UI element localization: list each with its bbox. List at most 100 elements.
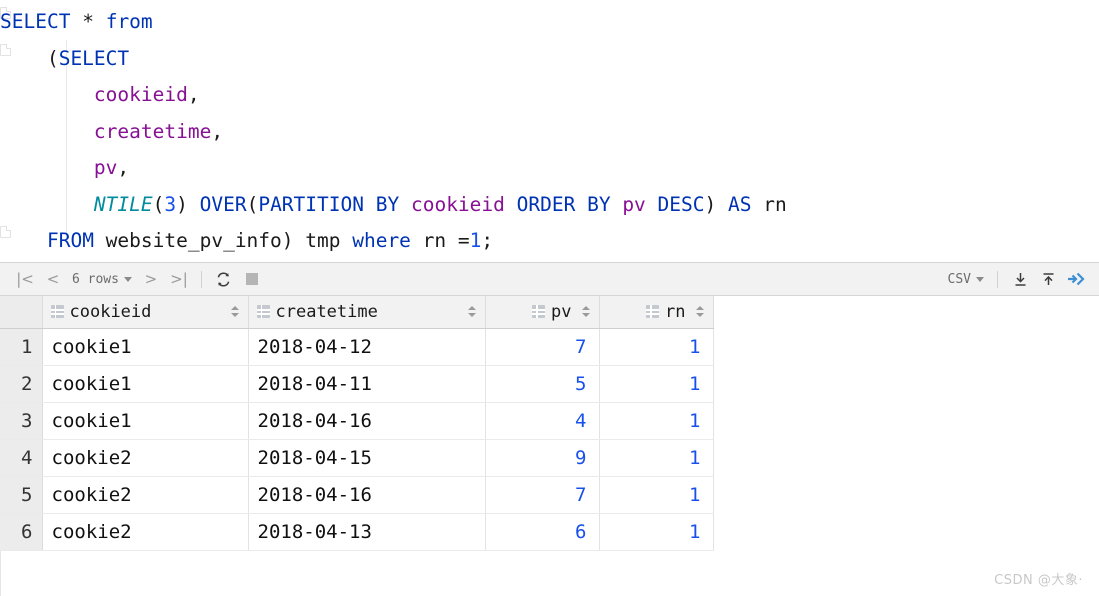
code-token	[646, 193, 658, 216]
last-page-icon[interactable]: >|	[166, 267, 192, 291]
upload-icon[interactable]	[1035, 267, 1061, 291]
chevron-down-icon	[976, 277, 984, 282]
cell-cookieid[interactable]: cookie2	[42, 476, 248, 513]
cell-createtime[interactable]: 2018-04-13	[248, 513, 485, 550]
cell-cookieid[interactable]: cookie2	[42, 439, 248, 476]
row-count-label: 6 rows	[72, 272, 119, 287]
code-line: cookieid,	[0, 77, 1099, 114]
cell-pv[interactable]: 9	[485, 439, 599, 476]
chevron-down-icon	[124, 277, 132, 282]
code-token: cookieid	[411, 193, 505, 216]
code-token: FROM	[47, 229, 94, 252]
code-token	[94, 10, 106, 33]
column-icon	[51, 305, 64, 318]
cell-createtime[interactable]: 2018-04-11	[248, 365, 485, 402]
code-token	[70, 10, 82, 33]
sql-editor[interactable]: SELECT * from (SELECT cookieid, createti…	[0, 0, 1099, 262]
results-toolbar-left: |< < 6 rows > >|	[0, 267, 265, 291]
cell-cookieid[interactable]: cookie1	[42, 402, 248, 439]
table-row[interactable]: 4cookie22018-04-1591	[0, 439, 713, 476]
next-page-icon[interactable]: >	[138, 267, 164, 291]
cell-rn[interactable]: 1	[599, 365, 713, 402]
code-token	[0, 156, 94, 179]
cell-rn[interactable]: 1	[599, 476, 713, 513]
cell-pv[interactable]: 6	[485, 513, 599, 550]
expand-arrows-icon[interactable]	[1063, 267, 1089, 291]
code-token: pv	[622, 193, 645, 216]
cell-rn[interactable]: 1	[599, 402, 713, 439]
cell-createtime[interactable]: 2018-04-12	[248, 328, 485, 365]
column-icon	[646, 305, 659, 318]
cell-pv[interactable]: 4	[485, 402, 599, 439]
cell-cookieid[interactable]: cookie1	[42, 365, 248, 402]
cell-pv[interactable]: 7	[485, 476, 599, 513]
export-format-dropdown[interactable]: CSV	[944, 272, 988, 287]
column-header-pv[interactable]: pv	[485, 296, 599, 328]
sql-code-text[interactable]: SELECT * from (SELECT cookieid, createti…	[0, 4, 1099, 260]
code-token: 3	[164, 193, 176, 216]
column-header-createtime[interactable]: createtime	[248, 296, 485, 328]
table-row[interactable]: 3cookie12018-04-1641	[0, 402, 713, 439]
table-row[interactable]: 2cookie12018-04-1151	[0, 365, 713, 402]
row-number-cell: 1	[0, 328, 42, 365]
code-token	[399, 193, 411, 216]
column-header-rn[interactable]: rn	[599, 296, 713, 328]
code-token: where	[352, 229, 411, 252]
stop-icon[interactable]	[239, 267, 265, 291]
toolbar-divider	[997, 271, 998, 288]
code-token	[0, 83, 94, 106]
row-count-dropdown[interactable]: 6 rows	[68, 272, 136, 287]
row-number-cell: 6	[0, 513, 42, 550]
code-token	[0, 229, 47, 252]
code-token: OVER	[200, 193, 247, 216]
row-number-header	[0, 296, 42, 328]
table-row[interactable]: 1cookie12018-04-1271	[0, 328, 713, 365]
sort-toggle-icon[interactable]	[582, 305, 591, 318]
cell-createtime[interactable]: 2018-04-16	[248, 402, 485, 439]
table-row[interactable]: 6cookie22018-04-1361	[0, 513, 713, 550]
column-header-label: rn	[665, 302, 685, 322]
column-header-label: cookieid	[70, 302, 152, 322]
code-line: NTILE(3) OVER(PARTITION BY cookieid ORDE…	[0, 187, 1099, 224]
code-line: pv,	[0, 150, 1099, 187]
cell-rn[interactable]: 1	[599, 328, 713, 365]
download-icon[interactable]	[1007, 267, 1033, 291]
row-number-cell: 4	[0, 439, 42, 476]
sort-toggle-icon[interactable]	[696, 305, 705, 318]
column-icon	[532, 305, 545, 318]
cell-createtime[interactable]: 2018-04-15	[248, 439, 485, 476]
code-token: createtime	[94, 120, 211, 143]
sort-toggle-icon[interactable]	[231, 305, 240, 318]
code-token: SELECT	[0, 10, 70, 33]
code-token: )	[705, 193, 728, 216]
cell-cookieid[interactable]: cookie1	[42, 328, 248, 365]
code-line: createtime,	[0, 114, 1099, 151]
table-row[interactable]: 5cookie22018-04-1671	[0, 476, 713, 513]
first-page-icon[interactable]: |<	[12, 267, 38, 291]
results-toolbar: |< < 6 rows > >| CS	[0, 263, 1099, 296]
refresh-icon[interactable]	[211, 267, 237, 291]
results-grid[interactable]: cookieid createtime	[0, 296, 713, 551]
row-number-cell: 3	[0, 402, 42, 439]
code-token: rn =	[411, 229, 470, 252]
code-token	[0, 120, 94, 143]
cell-pv[interactable]: 5	[485, 365, 599, 402]
cell-cookieid[interactable]: cookie2	[42, 513, 248, 550]
code-token: ;	[481, 229, 493, 252]
row-number-cell: 5	[0, 476, 42, 513]
cell-rn[interactable]: 1	[599, 439, 713, 476]
cell-pv[interactable]: 7	[485, 328, 599, 365]
query-results-panel: |< < 6 rows > >| CS	[0, 262, 1099, 595]
results-toolbar-right: CSV	[944, 267, 1099, 291]
cell-rn[interactable]: 1	[599, 513, 713, 550]
code-token: ,	[188, 83, 200, 106]
code-token: (	[247, 193, 259, 216]
code-token: NTILE	[94, 193, 153, 216]
sort-toggle-icon[interactable]	[468, 305, 477, 318]
previous-page-icon[interactable]: <	[40, 267, 66, 291]
code-line: (SELECT	[0, 41, 1099, 78]
column-header-cookieid[interactable]: cookieid	[42, 296, 248, 328]
cell-createtime[interactable]: 2018-04-16	[248, 476, 485, 513]
code-token: ,	[117, 156, 129, 179]
code-line: SELECT * from	[0, 4, 1099, 41]
